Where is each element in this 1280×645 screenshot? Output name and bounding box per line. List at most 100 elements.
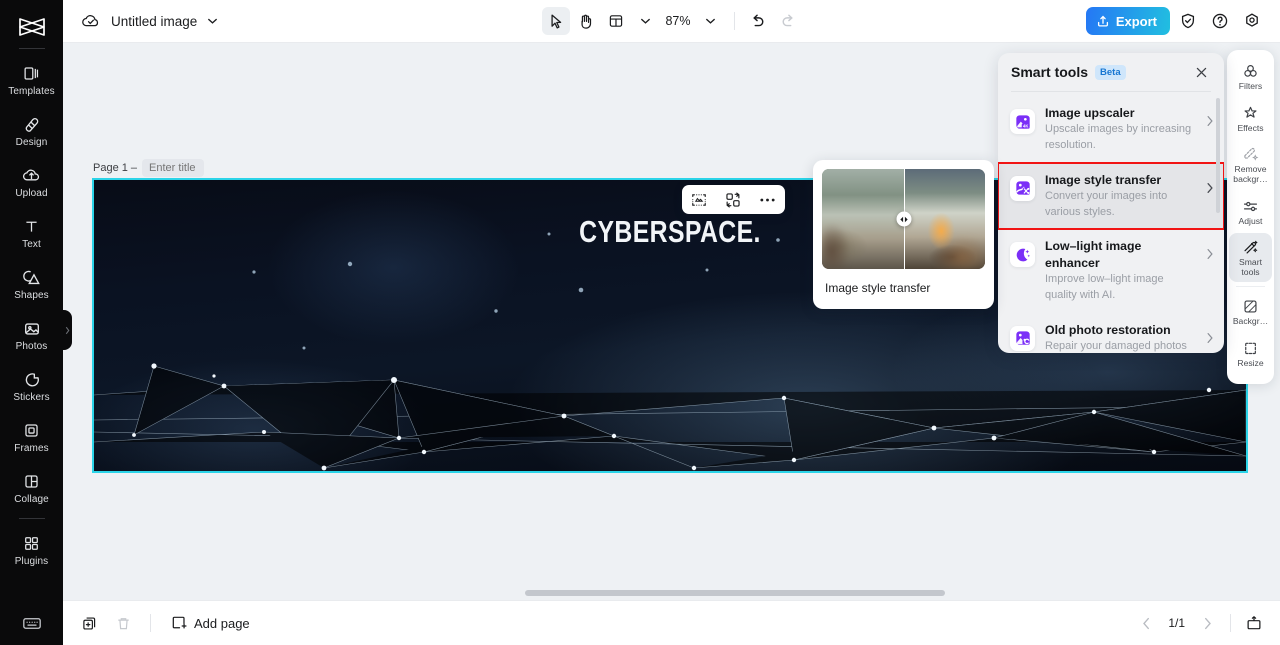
hand-pan-tool-button[interactable] <box>571 7 599 35</box>
smart-tool-text: Low–light image enhancer Improve low–lig… <box>1045 238 1196 303</box>
document-title-group: Untitled image <box>81 13 218 29</box>
panel-scrollbar-thumb[interactable] <box>1216 98 1220 213</box>
redo-button[interactable] <box>774 7 802 35</box>
rail-item-smart-tools[interactable]: Smart tools <box>1229 233 1272 283</box>
canvas-horizontal-scrollbar[interactable] <box>525 590 945 596</box>
remove-background-icon <box>1242 146 1259 163</box>
sidebar-item-templates[interactable]: Templates <box>0 55 63 106</box>
sidebar-item-frames[interactable]: Frames <box>0 412 63 463</box>
keyboard-shortcuts-button[interactable] <box>0 601 63 645</box>
smart-tool-name: Image style transfer <box>1045 172 1162 187</box>
page-title-input[interactable] <box>142 159 205 177</box>
smart-tool-old-photo-restoration[interactable]: Old photo restoration Repair your damage… <box>998 313 1224 352</box>
close-panel-button[interactable] <box>1191 62 1211 82</box>
panel-divider <box>1011 91 1211 92</box>
smart-tool-image-style-transfer[interactable]: Image style transfer Convert your images… <box>998 161 1224 231</box>
undo-button[interactable] <box>744 7 772 35</box>
sidebar-item-stickers[interactable]: Stickers <box>0 361 63 412</box>
shapes-icon <box>22 268 41 287</box>
smart-tool-low-light-enhancer[interactable]: Low–light image enhancer Improve low–lig… <box>998 229 1224 312</box>
smart-tool-desc: Upscale images by increasing resolution. <box>1045 123 1192 152</box>
sidebar-item-shapes[interactable]: Shapes <box>0 259 63 310</box>
add-page-button[interactable]: Add page <box>164 611 257 635</box>
replace-image-icon[interactable] <box>721 188 746 211</box>
effects-sparkle-icon <box>1242 105 1259 122</box>
before-after-slider-handle[interactable] <box>896 211 911 227</box>
rail-item-remove-background[interactable]: Remove backgr… <box>1229 140 1272 189</box>
right-tool-rail: Filters Effects Remove backgr… Adjust Sm… <box>1227 50 1274 384</box>
sidebar-item-text[interactable]: Text <box>0 208 63 259</box>
image-style-transfer-icon <box>1010 175 1035 201</box>
rail-item-resize[interactable]: Resize <box>1229 334 1272 374</box>
select-tool-button[interactable] <box>541 7 570 35</box>
add-page-icon <box>171 615 187 631</box>
sidebar-item-label: Upload <box>15 188 48 199</box>
smart-tool-desc: Improve low–light image quality with AI. <box>1045 273 1164 301</box>
shield-check-button[interactable] <box>1174 7 1202 35</box>
capcut-logo[interactable] <box>12 10 52 44</box>
delete-page-button[interactable] <box>109 609 137 637</box>
photos-icon <box>23 319 41 338</box>
text-icon <box>23 217 40 236</box>
tool-preview-card: Image style transfer <box>813 160 994 309</box>
top-toolbar: Untitled image 87% Export <box>63 0 1280 43</box>
chevron-right-icon[interactable] <box>1206 248 1214 260</box>
sidebar-item-design[interactable]: Design <box>0 106 63 157</box>
zoom-dropdown-button[interactable] <box>697 7 725 35</box>
rail-item-label: Backgr… <box>1232 316 1269 327</box>
chevron-down-icon[interactable] <box>207 17 218 25</box>
layout-tool-button[interactable] <box>601 7 629 35</box>
sidebar-collapse-handle[interactable] <box>63 310 72 350</box>
cloud-saved-icon[interactable] <box>81 13 101 29</box>
rail-divider <box>1236 286 1265 288</box>
more-options-icon[interactable] <box>755 188 780 211</box>
sidebar-item-label: Photos <box>15 341 48 352</box>
resize-icon <box>1242 340 1259 357</box>
smart-tool-text: Image style transfer Convert your images… <box>1045 172 1196 221</box>
smart-tool-text: Old photo restoration Repair your damage… <box>1045 322 1196 352</box>
rail-item-filters[interactable]: Filters <box>1229 57 1272 97</box>
page-label-row: Page 1 – <box>93 159 205 177</box>
help-button[interactable] <box>1206 7 1234 35</box>
keyboard-shortcuts-icon <box>22 616 42 631</box>
settings-button[interactable] <box>1238 7 1266 35</box>
sidebar-item-collage[interactable]: Collage <box>0 463 63 514</box>
chevron-right-icon[interactable] <box>1206 332 1214 344</box>
chevron-right-icon[interactable] <box>1206 115 1214 127</box>
design-icon <box>23 115 41 134</box>
sidebar-item-plugins[interactable]: Plugins <box>0 525 63 576</box>
panel-title: Smart tools <box>1011 64 1089 80</box>
sidebar-item-label: Frames <box>14 443 49 454</box>
filters-icon <box>1242 63 1259 80</box>
sidebar-item-photos[interactable]: Photos <box>0 310 63 361</box>
rail-item-label: Smart tools <box>1239 257 1262 277</box>
adjust-sliders-icon <box>1242 198 1259 215</box>
image-upscaler-4k-icon: 4K <box>1010 109 1035 134</box>
next-page-button[interactable] <box>1193 609 1221 637</box>
sidebar-item-label: Shapes <box>14 290 49 301</box>
smart-tool-image-upscaler[interactable]: 4K Image upscaler Upscale images by incr… <box>998 96 1224 163</box>
rail-item-adjust[interactable]: Adjust <box>1229 192 1272 232</box>
stickers-icon <box>23 370 41 389</box>
smart-tool-name: Old photo restoration <box>1045 322 1171 337</box>
bottom-toolbar: Add page 1/1 <box>63 600 1280 645</box>
document-title[interactable]: Untitled image <box>111 14 197 29</box>
sidebar-item-upload[interactable]: Upload <box>0 157 63 208</box>
layout-dropdown-button[interactable] <box>631 7 659 35</box>
smart-tools-list[interactable]: 4K Image upscaler Upscale images by incr… <box>998 96 1224 352</box>
smart-tool-desc: Convert your images into various styles. <box>1045 190 1168 218</box>
presentation-button[interactable] <box>1240 609 1268 637</box>
rail-item-background[interactable]: Backgr… <box>1229 292 1272 332</box>
export-button[interactable]: Export <box>1085 7 1170 35</box>
beta-badge: Beta <box>1095 64 1126 80</box>
rail-item-label: Effects <box>1237 122 1264 133</box>
rail-item-effects[interactable]: Effects <box>1229 99 1272 139</box>
page-actions-group: Add page <box>75 609 257 637</box>
chevron-right-icon[interactable] <box>1206 182 1214 194</box>
zoom-level[interactable]: 87% <box>661 14 694 28</box>
smart-tool-name: Image upscaler <box>1045 106 1135 120</box>
capcut-image-editor: Templates Design Upload Text Shapes Phot… <box>0 0 1280 645</box>
prev-page-button[interactable] <box>1132 609 1160 637</box>
duplicate-page-button[interactable] <box>75 609 103 637</box>
magic-cutout-icon[interactable] <box>687 188 712 211</box>
